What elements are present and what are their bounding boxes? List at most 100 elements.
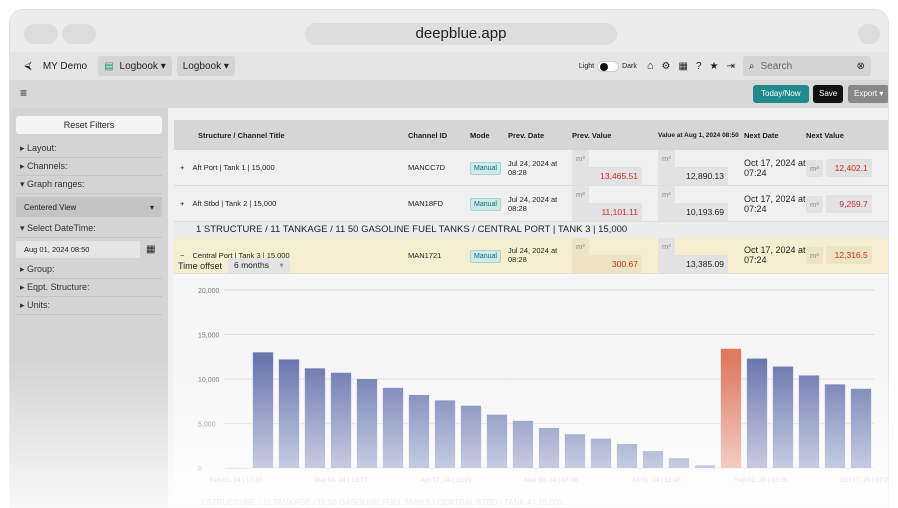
calendar-icon[interactable]: ▦ [146, 244, 155, 255]
chart-bar[interactable] [434, 400, 456, 468]
mode-badge: Manual [470, 249, 501, 263]
x-tick-label: Oct 17, 24 | 07:24 [840, 477, 889, 484]
table-row[interactable]: + Aft Stbd | Tank 2 | 15,000 MAN18FD Man… [174, 185, 888, 222]
centered-view-select[interactable]: Centered View ▾ [16, 197, 162, 217]
section-title: 1 STRUCTURE / 11 TANKAGE / 11 50 GASOLIN… [196, 224, 628, 236]
browser-chrome: deepblue.app [10, 10, 888, 52]
traffic-light-1[interactable] [24, 24, 58, 44]
chart-bar[interactable] [226, 468, 248, 469]
logbook-dropdown-1[interactable]: ▤ Logbook ▾ [98, 56, 172, 76]
chart-bar[interactable] [382, 387, 404, 468]
tank-chart: 0 5,000 10,000 15,000 20,000 Feb 01, 24 | 17:… [198, 288, 889, 484]
qr-icon[interactable]: ▦ [678, 61, 687, 72]
sidebar-channels[interactable]: ▸ Channels: [16, 158, 162, 176]
chart-bar[interactable] [746, 358, 768, 468]
theme-toggle[interactable] [597, 60, 620, 72]
reset-filters-button[interactable]: Reset Filters [16, 116, 162, 134]
url-bar[interactable]: deepblue.app [305, 23, 617, 45]
row-prev-date: Jul 24, 2024 at 08:28 [508, 246, 558, 264]
chart-bar[interactable] [694, 465, 716, 468]
next-section-title: 1 STRUCTURE / 11 TANKAGE / 11 50 GASOLIN… [200, 498, 563, 507]
row-next-date: Oct 17, 2024 at 07:24 [744, 193, 806, 214]
y-tick-label: 5,000 [198, 422, 216, 429]
chart-bar[interactable] [486, 414, 508, 468]
today-now-button[interactable]: Today/Now [753, 85, 809, 103]
sidebar-graph-ranges[interactable]: ▾ Graph ranges: [16, 176, 162, 194]
search-input[interactable]: Search [760, 61, 856, 72]
chart-bar[interactable] [850, 388, 872, 468]
clear-search-icon[interactable]: ⊗ [856, 61, 864, 72]
cur-unit: m³ [658, 186, 675, 203]
col-prev-value: Prev. Value [572, 130, 612, 140]
cur-value[interactable]: 13,385.09 [658, 254, 728, 273]
traffic-light-2[interactable] [62, 24, 96, 44]
sidebar-group[interactable]: ▸ Group: [16, 261, 162, 279]
gear-icon[interactable]: ⚙ [662, 61, 671, 72]
home-icon[interactable]: ⌂ [647, 60, 654, 72]
chart-bar[interactable] [408, 395, 430, 468]
chart-bar[interactable] [564, 434, 586, 468]
chart-bar[interactable] [772, 366, 794, 468]
help-icon[interactable]: ? [696, 61, 702, 72]
datetime-input[interactable]: Aug 01, 2024 08:50 [16, 241, 140, 258]
cur-value[interactable]: 10,193.69 [658, 203, 728, 221]
chart-bar[interactable] [252, 352, 274, 468]
chart-bar[interactable] [356, 379, 378, 468]
chart-bar[interactable] [278, 359, 300, 468]
expand-icon[interactable]: + [180, 163, 184, 172]
chart-bar[interactable] [668, 458, 690, 468]
x-tick-label: May 30, 24 | 07:48 [524, 477, 578, 484]
table-row[interactable]: + Aft Port | Tank 1 | 15,000 MANCC7D Man… [174, 150, 888, 186]
prev-unit: m³ [572, 186, 589, 203]
time-offset-label: Time offset [178, 260, 223, 271]
chart-bar[interactable] [824, 384, 846, 468]
next-value: 12,402.1 [825, 158, 872, 177]
chart-bar[interactable] [720, 348, 742, 468]
star-icon[interactable]: ★ [710, 61, 719, 72]
cur-value[interactable]: 12,890.13 [658, 167, 728, 185]
chart-bar[interactable] [460, 405, 482, 468]
sidebar-eqpt-structure[interactable]: ▸ Eqpt. Structure: [16, 279, 162, 297]
hamburger-icon[interactable]: ≡ [20, 86, 27, 100]
expand-icon[interactable]: + [180, 199, 184, 208]
chart-bar[interactable] [304, 368, 326, 468]
time-offset-control: Time offset 6 months ▾ [178, 258, 290, 273]
next-unit: m³ [806, 195, 823, 213]
sidebar-units[interactable]: ▸ Units: [16, 297, 162, 315]
row-title: Aft Port | Tank 1 | 15,000 [192, 163, 275, 172]
chart-bar[interactable] [642, 451, 664, 468]
mode-badge: Manual [470, 162, 501, 175]
main-panel: Structure / Channel Title Channel ID Mod… [174, 120, 889, 507]
export-button[interactable]: Export ▾ [848, 85, 888, 103]
browser-menu-button[interactable] [858, 24, 880, 44]
x-tick-label: Jul 01, 24 | 12:48 [631, 477, 681, 484]
centered-view-label: Centered View [24, 202, 77, 212]
sidebar-select-datetime[interactable]: ▾ Select DateTime: [16, 220, 162, 238]
col-mode: Mode [470, 130, 490, 140]
search-box[interactable]: ⌕ Search ⊗ [742, 56, 871, 76]
chevron-down-icon: ▾ [149, 202, 154, 212]
chart-bar[interactable] [512, 420, 534, 468]
col-next-date: Next Date [744, 130, 779, 140]
table-header: Structure / Channel Title Channel ID Mod… [174, 120, 888, 150]
time-offset-select[interactable]: 6 months ▾ [228, 258, 290, 273]
row-prev-date: Jul 24, 2024 at 08:28 [508, 158, 558, 177]
logout-icon[interactable]: ⇥ [726, 61, 734, 72]
prev-unit: m³ [572, 237, 589, 255]
row-channel-id: MANCC7D [408, 163, 446, 172]
sidebar-layout[interactable]: ▸ Layout: [16, 140, 162, 158]
chart-bar[interactable] [590, 438, 612, 468]
prev-value: 11,101.11 [572, 203, 642, 221]
row-next-date: Oct 17, 2024 at 07:24 [744, 157, 806, 178]
menu-toggle-icon[interactable]: ⮘ [24, 60, 32, 73]
demo-label[interactable]: MY Demo [37, 56, 93, 76]
chart-bar[interactable] [616, 443, 638, 468]
save-button[interactable]: Save [813, 85, 844, 103]
row-next-date: Oct 17, 2024 at 07:24 [744, 245, 806, 265]
row-channel-id: MAN1721 [408, 250, 442, 260]
chart-bar[interactable] [538, 427, 560, 468]
logbook-dropdown-2[interactable]: Logbook ▾ [176, 56, 235, 76]
chart-bar[interactable] [798, 375, 820, 468]
chart-bar[interactable] [330, 372, 352, 468]
prev-unit: m³ [572, 150, 589, 167]
